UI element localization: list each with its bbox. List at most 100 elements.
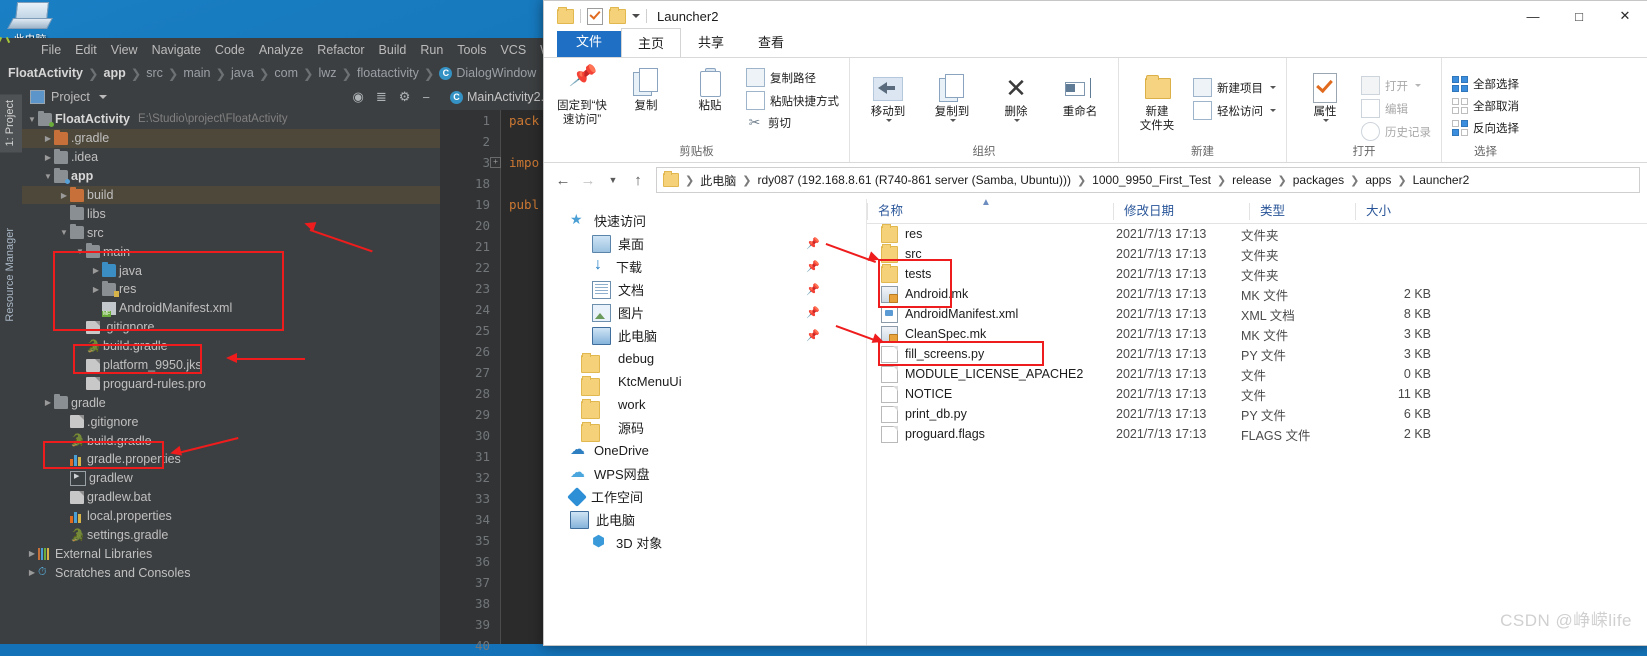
rename-button[interactable]: 重命名 — [1048, 69, 1112, 121]
tree-expand-arrow[interactable]: ▶ — [58, 191, 70, 200]
menu-build[interactable]: Build — [372, 41, 414, 59]
file-name-cell[interactable]: proguard.flags — [867, 425, 1116, 443]
pin-icon[interactable]: 📌 — [806, 329, 820, 342]
pin-icon[interactable]: 📌 — [806, 306, 820, 319]
menu-navigate[interactable]: Navigate — [145, 41, 208, 59]
table-row[interactable]: proguard.flags 2021/7/13 17:13 FLAGS 文件 2 K… — [867, 424, 1647, 444]
menu-refactor[interactable]: Refactor — [310, 41, 371, 59]
table-row[interactable]: NOTICE 2021/7/13 17:13 文件 11 KB — [867, 384, 1647, 404]
nav-item-OneDrive[interactable]: OneDrive — [544, 439, 866, 462]
tree-item-gradle-properties[interactable]: gradle.properties — [22, 450, 440, 469]
tree-item-gradlew-bat[interactable]: gradlew.bat — [22, 488, 440, 507]
table-row[interactable]: tests 2021/7/13 17:13 文件夹 — [867, 263, 1647, 284]
tree-item-app[interactable]: ▼ app — [22, 167, 440, 186]
address-crumb-6[interactable]: Launcher2 — [1413, 173, 1470, 187]
file-list-pane[interactable]: ▲ 名称 修改日期 类型 大小 res 2021/7/13 17:13 文件夹 src… — [867, 199, 1647, 645]
new-folder-icon[interactable] — [609, 6, 626, 24]
select-none-button[interactable]: 全部取消 — [1448, 97, 1523, 115]
column-header-size[interactable]: 大小 — [1355, 202, 1461, 220]
tree-item--idea[interactable]: ▶ .idea — [22, 148, 440, 167]
nav-item-桌面[interactable]: 桌面 📌 — [544, 232, 866, 255]
menu-code[interactable]: Code — [208, 41, 252, 59]
tree-expand-arrow[interactable]: ▼ — [58, 228, 70, 237]
tree-expand-arrow[interactable]: ▶ — [90, 285, 102, 294]
file-list[interactable]: res 2021/7/13 17:13 文件夹 src 2021/7/13 17:13 文… — [867, 223, 1647, 444]
tree-item-floatactivity[interactable]: ▼ FloatActivity E:\Studio\project\FloatAct… — [22, 110, 440, 129]
project-tree[interactable]: ▼ FloatActivity E:\Studio\project\FloatAct… — [22, 110, 440, 644]
gear-icon[interactable]: ⚙ — [399, 89, 411, 105]
minimize-button[interactable]: — — [1510, 1, 1556, 31]
menu-tools[interactable]: Tools — [450, 41, 493, 59]
tree-item--gradle[interactable]: ▶ .gradle — [22, 128, 440, 148]
menu-edit[interactable]: Edit — [68, 41, 104, 59]
nav-item-3D-对象[interactable]: 3D 对象 — [544, 531, 866, 554]
tree-expand-arrow[interactable]: ▼ — [74, 247, 86, 256]
breadcrumb-item-6[interactable]: lwz — [318, 66, 336, 80]
nav-item-文档[interactable]: 文档 📌 — [544, 278, 866, 301]
tree-expand-arrow[interactable]: ▶ — [42, 134, 54, 143]
pin-icon[interactable]: 📌 — [806, 283, 820, 296]
recent-locations-button[interactable]: ▼ — [602, 169, 624, 191]
address-crumb-3[interactable]: release — [1232, 173, 1271, 187]
new-item-button[interactable]: 新建项目 — [1189, 77, 1280, 98]
properties-icon[interactable] — [587, 7, 603, 25]
breadcrumb-item-8[interactable]: DialogWindow — [456, 66, 536, 80]
table-row[interactable]: res 2021/7/13 17:13 文件夹 — [867, 223, 1647, 244]
tree-item-platform-9950-jks[interactable]: platform_9950.jks — [22, 356, 440, 375]
file-name-cell[interactable]: Android.mk — [867, 285, 1116, 303]
tree-expand-arrow[interactable]: ▶ — [90, 266, 102, 275]
tree-item-gradlew[interactable]: gradlew — [22, 469, 440, 488]
cut-button[interactable]: ✂ 剪切 — [742, 113, 843, 132]
paste-shortcut-button[interactable]: 粘贴快捷方式 — [742, 90, 843, 111]
tree-item-build-gradle[interactable]: 🐊 build.gradle — [22, 431, 440, 450]
tree-item-src[interactable]: ▼ src — [22, 223, 440, 242]
folder-icon[interactable] — [557, 6, 574, 24]
table-row[interactable]: print_db.py 2021/7/13 17:13 PY 文件 6 KB — [867, 404, 1647, 424]
properties-button[interactable]: 属性 — [1293, 69, 1357, 124]
breadcrumb-item-4[interactable]: java — [231, 66, 254, 80]
nav-item-下载[interactable]: 下载 📌 — [544, 255, 866, 278]
address-crumb-5[interactable]: apps — [1365, 173, 1391, 187]
project-panel-title[interactable]: Project — [22, 90, 107, 104]
breadcrumb-item-7[interactable]: floatactivity — [357, 66, 419, 80]
nav-item-图片[interactable]: 图片 📌 — [544, 301, 866, 324]
file-name-cell[interactable]: tests — [867, 263, 1116, 283]
tab-share[interactable]: 共享 — [681, 27, 741, 57]
column-header-type[interactable]: 类型 — [1249, 202, 1355, 220]
file-name-cell[interactable]: src — [867, 243, 1116, 263]
nav-item-debug[interactable]: debug — [544, 347, 866, 373]
copy-path-button[interactable]: 复制路径 — [742, 67, 843, 88]
nav-item-work[interactable]: work — [544, 393, 866, 419]
close-button[interactable]: ✕ — [1602, 1, 1647, 31]
nav-item-工作空间[interactable]: 工作空间 — [544, 485, 866, 508]
tab-view[interactable]: 查看 — [741, 27, 801, 57]
tree-item-libs[interactable]: libs — [22, 204, 440, 223]
breadcrumb-item-1[interactable]: app — [104, 66, 126, 80]
tree-item-main[interactable]: ▼ main — [22, 242, 440, 261]
tree-expand-arrow[interactable]: ▼ — [26, 115, 38, 124]
tree-item--gitignore[interactable]: .gitignore — [22, 318, 440, 337]
address-crumb-0[interactable]: 此电脑 — [700, 172, 736, 189]
file-name-cell[interactable]: MODULE_LICENSE_APACHE2 — [867, 365, 1116, 383]
tree-expand-arrow[interactable]: ▶ — [42, 153, 54, 162]
nav-item-源码[interactable]: 源码 — [544, 416, 866, 442]
table-row[interactable]: src 2021/7/13 17:13 文件夹 — [867, 243, 1647, 264]
locate-icon[interactable]: ◉ — [353, 89, 364, 105]
back-button[interactable]: ← — [552, 169, 574, 191]
tree-item-res[interactable]: ▶ res — [22, 280, 440, 299]
tree-item-proguard-rules-pro[interactable]: proguard-rules.pro — [22, 374, 440, 393]
address-crumb-1[interactable]: rdy087 (192.168.8.61 (R740-861 server (S… — [757, 173, 1071, 187]
table-row[interactable]: MODULE_LICENSE_APACHE2 2021/7/13 17:13 文件 0… — [867, 364, 1647, 384]
collapse-all-icon[interactable]: ≣ — [376, 89, 387, 105]
tree-expand-arrow[interactable]: ▶ — [26, 568, 38, 577]
file-name-cell[interactable]: AndroidManifest.xml — [867, 305, 1116, 323]
tree-expand-arrow[interactable]: ▼ — [42, 172, 54, 181]
edit-button[interactable]: 编辑 — [1357, 98, 1435, 119]
editor-tab-mainactivity2[interactable]: MainActivity2. — [467, 90, 544, 104]
file-name-cell[interactable]: print_db.py — [867, 405, 1116, 423]
up-button[interactable]: ↑ — [627, 169, 649, 191]
maximize-button[interactable]: □ — [1556, 1, 1602, 31]
pin-icon[interactable]: 📌 — [806, 260, 820, 273]
copy-button[interactable]: 复制 — [614, 63, 678, 115]
code-fold-icon[interactable]: + — [490, 157, 501, 168]
